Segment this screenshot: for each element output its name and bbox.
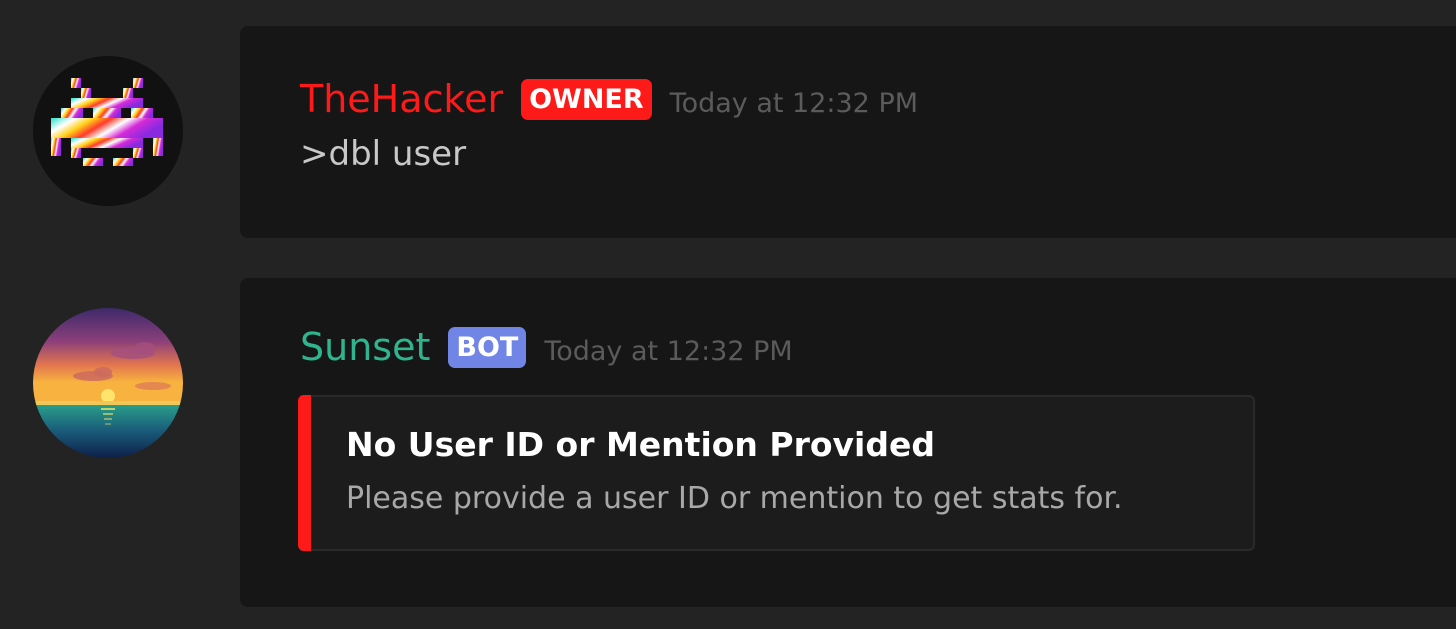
timestamp: Today at 12:32 PM: [544, 335, 793, 367]
message-header: TheHacker OWNER Today at 12:32 PM: [300, 76, 918, 122]
embed: No User ID or Mention Provided Please pr…: [298, 395, 1255, 551]
message-2[interactable]: Sunset BOT Today at 12:32 PM No User ID …: [240, 278, 1456, 607]
avatar-thehacker[interactable]: [33, 56, 183, 206]
sunset-landscape-icon: [33, 308, 183, 458]
chat-view: TheHacker OWNER Today at 12:32 PM >dbl u…: [0, 0, 1456, 629]
bot-badge: BOT: [448, 326, 527, 368]
message-content: >dbl user: [300, 134, 467, 174]
message-1[interactable]: TheHacker OWNER Today at 12:32 PM >dbl u…: [240, 26, 1456, 238]
avatar-sunset[interactable]: [33, 308, 183, 458]
timestamp: Today at 12:32 PM: [669, 87, 919, 119]
pixel-space-invader-icon: [33, 56, 183, 206]
username[interactable]: Sunset: [300, 324, 430, 370]
message-header: Sunset BOT Today at 12:32 PM: [300, 324, 793, 370]
owner-badge: OWNER: [521, 78, 652, 120]
embed-title: No User ID or Mention Provided: [346, 425, 935, 464]
embed-description: Please provide a user ID or mention to g…: [346, 481, 1123, 516]
username[interactable]: TheHacker: [300, 76, 503, 122]
embed-accent-bar: [298, 395, 311, 551]
